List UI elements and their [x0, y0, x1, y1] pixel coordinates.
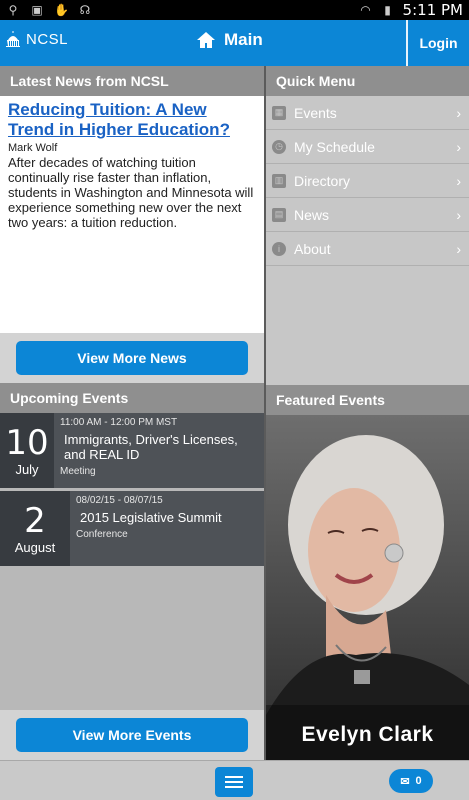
- ncsl-logo[interactable]: NCSL: [4, 30, 68, 48]
- wifi-icon: ◠: [360, 3, 371, 17]
- chevron-right-icon: ›: [456, 138, 461, 155]
- menu-item-about[interactable]: i About ›: [266, 232, 469, 266]
- clipboard-check-icon: ▣: [31, 3, 43, 17]
- events-header: Upcoming Events: [0, 383, 264, 413]
- right-column: Quick Menu ▦ Events › ◷ My Schedule › ▥ …: [266, 66, 469, 765]
- clock-icon: ◷: [272, 139, 286, 154]
- news-summary: After decades of watching tuition contin…: [8, 155, 254, 230]
- chevron-right-icon: ›: [456, 206, 461, 223]
- event-info: 08/02/15 - 08/07/15 2015 Legislative Sum…: [70, 491, 228, 566]
- menu-item-directory[interactable]: ▥ Directory ›: [266, 164, 469, 198]
- event-month: August: [14, 540, 56, 555]
- event-time: 08/02/15 - 08/07/15: [76, 495, 163, 506]
- chevron-right-icon: ›: [456, 240, 461, 257]
- view-more-events-button[interactable]: View More Events: [16, 718, 248, 752]
- status-time: 5:11 PM: [402, 1, 463, 19]
- usb-icon: ⚲: [8, 3, 18, 17]
- news-header: Latest News from NCSL: [0, 66, 264, 96]
- capitol-dome-icon: [6, 31, 20, 47]
- envelope-icon: ✉: [400, 775, 410, 788]
- messages-count: 0: [415, 775, 422, 787]
- chevron-right-icon: ›: [456, 172, 461, 189]
- logo-text: NCSL: [26, 30, 69, 48]
- featured-event-name: Evelyn Clark: [301, 723, 434, 746]
- app-bar: NCSL Main Login: [0, 20, 469, 66]
- news-author: Mark Wolf: [8, 142, 58, 154]
- menu-item-events[interactable]: ▦ Events ›: [266, 96, 469, 130]
- menu-item-label: About: [294, 240, 331, 257]
- quick-menu-header: Quick Menu: [266, 66, 469, 96]
- news-button-row: View More News: [0, 333, 264, 383]
- menu-item-label: Directory: [294, 172, 351, 189]
- menu-item-label: My Schedule: [294, 138, 375, 155]
- battery-icon: ▮: [384, 3, 391, 17]
- event-date: 10 July: [0, 413, 54, 488]
- messages-button[interactable]: ✉ 0: [389, 769, 433, 793]
- home-icon: [197, 32, 215, 48]
- hamburger-menu-button[interactable]: [215, 767, 253, 797]
- hamburger-icon: [225, 781, 243, 783]
- menu-item-label: News: [294, 206, 330, 223]
- hamburger-icon: [225, 786, 243, 788]
- newspaper-icon: ▤: [272, 207, 286, 222]
- event-name: Immigrants, Driver's Licenses, and REAL …: [64, 432, 238, 462]
- headphones-icon: ☊: [79, 3, 91, 17]
- view-more-news-button[interactable]: View More News: [16, 341, 248, 375]
- event-info: 11:00 AM - 12:00 PM MST Immigrants, Driv…: [54, 413, 264, 488]
- event-name: 2015 Legislative Summit: [80, 510, 222, 525]
- book-icon: ▥: [272, 173, 286, 188]
- event-day: 2: [24, 501, 46, 541]
- chevron-right-icon: ›: [456, 104, 461, 121]
- event-item[interactable]: 2 August 08/02/15 - 08/07/15 2015 Legisl…: [0, 491, 264, 569]
- title-text: Main: [224, 30, 263, 49]
- news-card: Reducing Tuition: A New Trend in Higher …: [0, 96, 264, 333]
- status-bar: ⚲ ▣ ✋ ☊ ◠ ▮ 5:11 PM: [0, 0, 469, 20]
- menu-item-my-schedule[interactable]: ◷ My Schedule ›: [266, 130, 469, 164]
- featured-portrait-image: [266, 415, 469, 765]
- event-type: Conference: [76, 529, 128, 540]
- calendar-icon: ▦: [272, 105, 286, 120]
- info-icon: i: [272, 241, 286, 256]
- event-date: 2 August: [0, 491, 70, 566]
- event-type: Meeting: [60, 466, 96, 477]
- menu-item-label: Events: [294, 104, 337, 121]
- featured-header: Featured Events: [266, 385, 469, 415]
- hand-icon: ✋: [54, 3, 69, 17]
- left-column: Latest News from NCSL Reducing Tuition: …: [0, 66, 264, 760]
- event-month: July: [15, 462, 39, 477]
- login-button[interactable]: Login: [408, 20, 469, 66]
- event-day: 10: [5, 423, 49, 463]
- news-title-link[interactable]: Reducing Tuition: A New Trend in Higher …: [8, 100, 256, 140]
- featured-event-card[interactable]: Evelyn Clark: [266, 415, 469, 765]
- events-button-row: View More Events: [0, 710, 264, 760]
- menu-spacer: [266, 266, 469, 385]
- bottom-bar: ✉ 0: [0, 760, 469, 800]
- page-title: Main: [196, 30, 263, 50]
- event-time: 11:00 AM - 12:00 PM MST: [60, 417, 178, 428]
- hamburger-icon: [225, 776, 243, 778]
- menu-item-news[interactable]: ▤ News ›: [266, 198, 469, 232]
- event-item[interactable]: 10 July 11:00 AM - 12:00 PM MST Immigran…: [0, 413, 264, 491]
